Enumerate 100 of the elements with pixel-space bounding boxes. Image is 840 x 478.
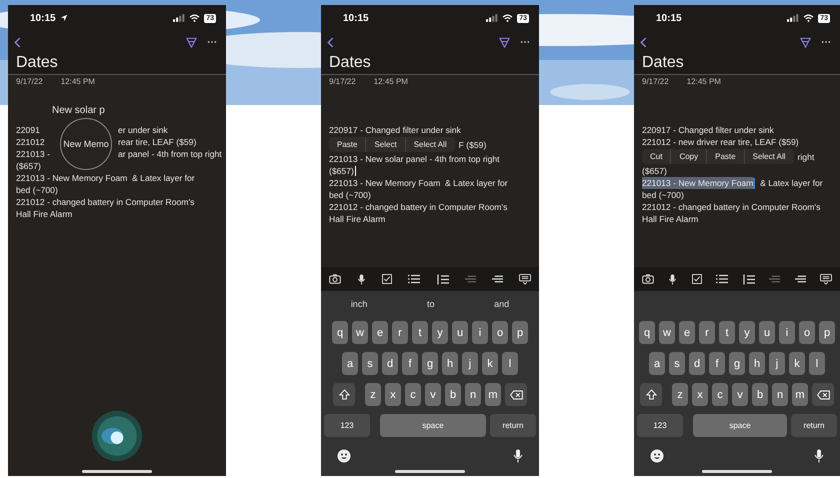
emoji-icon[interactable] (337, 449, 351, 463)
microphone-icon[interactable] (668, 274, 678, 284)
dictation-microphone-icon[interactable] (814, 449, 824, 463)
letter-key[interactable]: i (779, 321, 795, 344)
camera-icon[interactable] (329, 274, 341, 284)
letter-key[interactable]: g (729, 352, 745, 375)
letter-key[interactable]: c (405, 383, 421, 406)
hide-keyboard-icon[interactable] (518, 274, 531, 284)
letter-key[interactable]: l (809, 352, 825, 375)
keyboard-key[interactable]: 123 (637, 414, 683, 437)
letter-key[interactable]: z (365, 383, 381, 406)
checkbox-icon[interactable] (382, 274, 392, 284)
letter-key[interactable]: k (482, 352, 498, 375)
menu-item[interactable]: Select All (744, 149, 794, 164)
letter-key[interactable]: m (792, 383, 808, 406)
letter-key[interactable]: a (649, 352, 665, 375)
bulleted-list-icon[interactable] (408, 274, 420, 284)
letter-key[interactable]: b (445, 383, 461, 406)
keyboard-key[interactable]: 123 (324, 414, 370, 437)
selection-handle[interactable] (753, 178, 756, 188)
letter-key[interactable]: x (385, 383, 401, 406)
bulleted-list-icon[interactable] (716, 274, 728, 284)
menu-item[interactable]: Paste (707, 149, 745, 164)
back-icon[interactable] (327, 36, 334, 48)
letter-key[interactable]: h (749, 352, 765, 375)
more-icon[interactable] (520, 40, 530, 44)
shift-key[interactable] (640, 383, 662, 406)
filter-icon[interactable] (499, 36, 510, 48)
menu-item[interactable]: Cut (642, 149, 672, 164)
delete-key[interactable] (505, 383, 527, 406)
letter-key[interactable]: e (372, 321, 388, 344)
letter-key[interactable]: y (739, 321, 755, 344)
letter-key[interactable]: h (442, 352, 458, 375)
letter-key[interactable]: f (709, 352, 725, 375)
word-suggestion[interactable]: and (488, 298, 516, 310)
letter-key[interactable]: z (672, 383, 688, 406)
delete-key[interactable] (812, 383, 834, 406)
more-icon[interactable] (821, 40, 831, 44)
letter-key[interactable]: q (639, 321, 655, 344)
indent-icon[interactable] (794, 275, 806, 283)
numbered-list-icon[interactable] (742, 274, 755, 284)
letter-key[interactable]: j (769, 352, 785, 375)
letter-key[interactable]: d (689, 352, 705, 375)
letter-key[interactable]: u (759, 321, 775, 344)
letter-key[interactable]: d (382, 352, 398, 375)
letter-key[interactable]: v (732, 383, 748, 406)
shift-key[interactable] (333, 383, 355, 406)
letter-key[interactable]: s (362, 352, 378, 375)
letter-key[interactable]: s (669, 352, 685, 375)
dictation-microphone-icon[interactable] (513, 449, 523, 463)
space-key[interactable]: space (380, 414, 486, 437)
letter-key[interactable]: f (402, 352, 418, 375)
keyboard-key[interactable]: return (791, 414, 837, 437)
filter-icon[interactable] (800, 36, 811, 48)
letter-key[interactable]: o (492, 321, 508, 344)
letter-key[interactable]: n (465, 383, 481, 406)
letter-key[interactable]: n (772, 383, 788, 406)
letter-key[interactable]: l (502, 352, 518, 375)
back-icon[interactable] (640, 36, 647, 48)
letter-key[interactable]: b (752, 383, 768, 406)
space-key[interactable]: space (693, 414, 787, 437)
back-icon[interactable] (14, 36, 21, 48)
letter-key[interactable]: w (352, 321, 368, 344)
letter-key[interactable]: x (692, 383, 708, 406)
camera-icon[interactable] (642, 274, 654, 284)
letter-key[interactable]: k (789, 352, 805, 375)
letter-key[interactable]: t (412, 321, 428, 344)
numbered-list-icon[interactable] (436, 274, 449, 284)
letter-key[interactable]: y (432, 321, 448, 344)
hide-keyboard-icon[interactable] (820, 274, 832, 284)
letter-key[interactable]: i (472, 321, 488, 344)
menu-item[interactable]: Select All (406, 137, 455, 152)
letter-key[interactable]: q (332, 321, 348, 344)
menu-item[interactable]: Paste (329, 137, 366, 152)
indent-icon[interactable] (492, 275, 503, 283)
word-suggestion[interactable]: to (420, 298, 440, 310)
emoji-icon[interactable] (650, 449, 664, 463)
more-icon[interactable] (207, 40, 217, 44)
letter-key[interactable]: m (485, 383, 501, 406)
outdent-icon[interactable] (464, 275, 476, 283)
microphone-icon[interactable] (357, 274, 366, 284)
letter-key[interactable]: c (712, 383, 728, 406)
letter-key[interactable]: v (425, 383, 441, 406)
letter-key[interactable]: r (699, 321, 715, 344)
letter-key[interactable]: w (659, 321, 675, 344)
letter-key[interactable]: r (392, 321, 408, 344)
menu-item[interactable]: Copy (671, 149, 708, 164)
letter-key[interactable]: e (679, 321, 695, 344)
letter-key[interactable]: j (462, 352, 478, 375)
letter-key[interactable]: o (799, 321, 815, 344)
letter-key[interactable]: p (512, 321, 528, 344)
keyboard-key[interactable]: return (490, 414, 536, 437)
letter-key[interactable]: a (342, 352, 358, 375)
menu-item[interactable]: Select (366, 137, 406, 152)
checkbox-icon[interactable] (692, 274, 702, 284)
letter-key[interactable]: t (719, 321, 735, 344)
outdent-icon[interactable] (769, 275, 780, 283)
letter-key[interactable]: g (422, 352, 438, 375)
letter-key[interactable]: p (819, 321, 835, 344)
letter-key[interactable]: u (452, 321, 468, 344)
